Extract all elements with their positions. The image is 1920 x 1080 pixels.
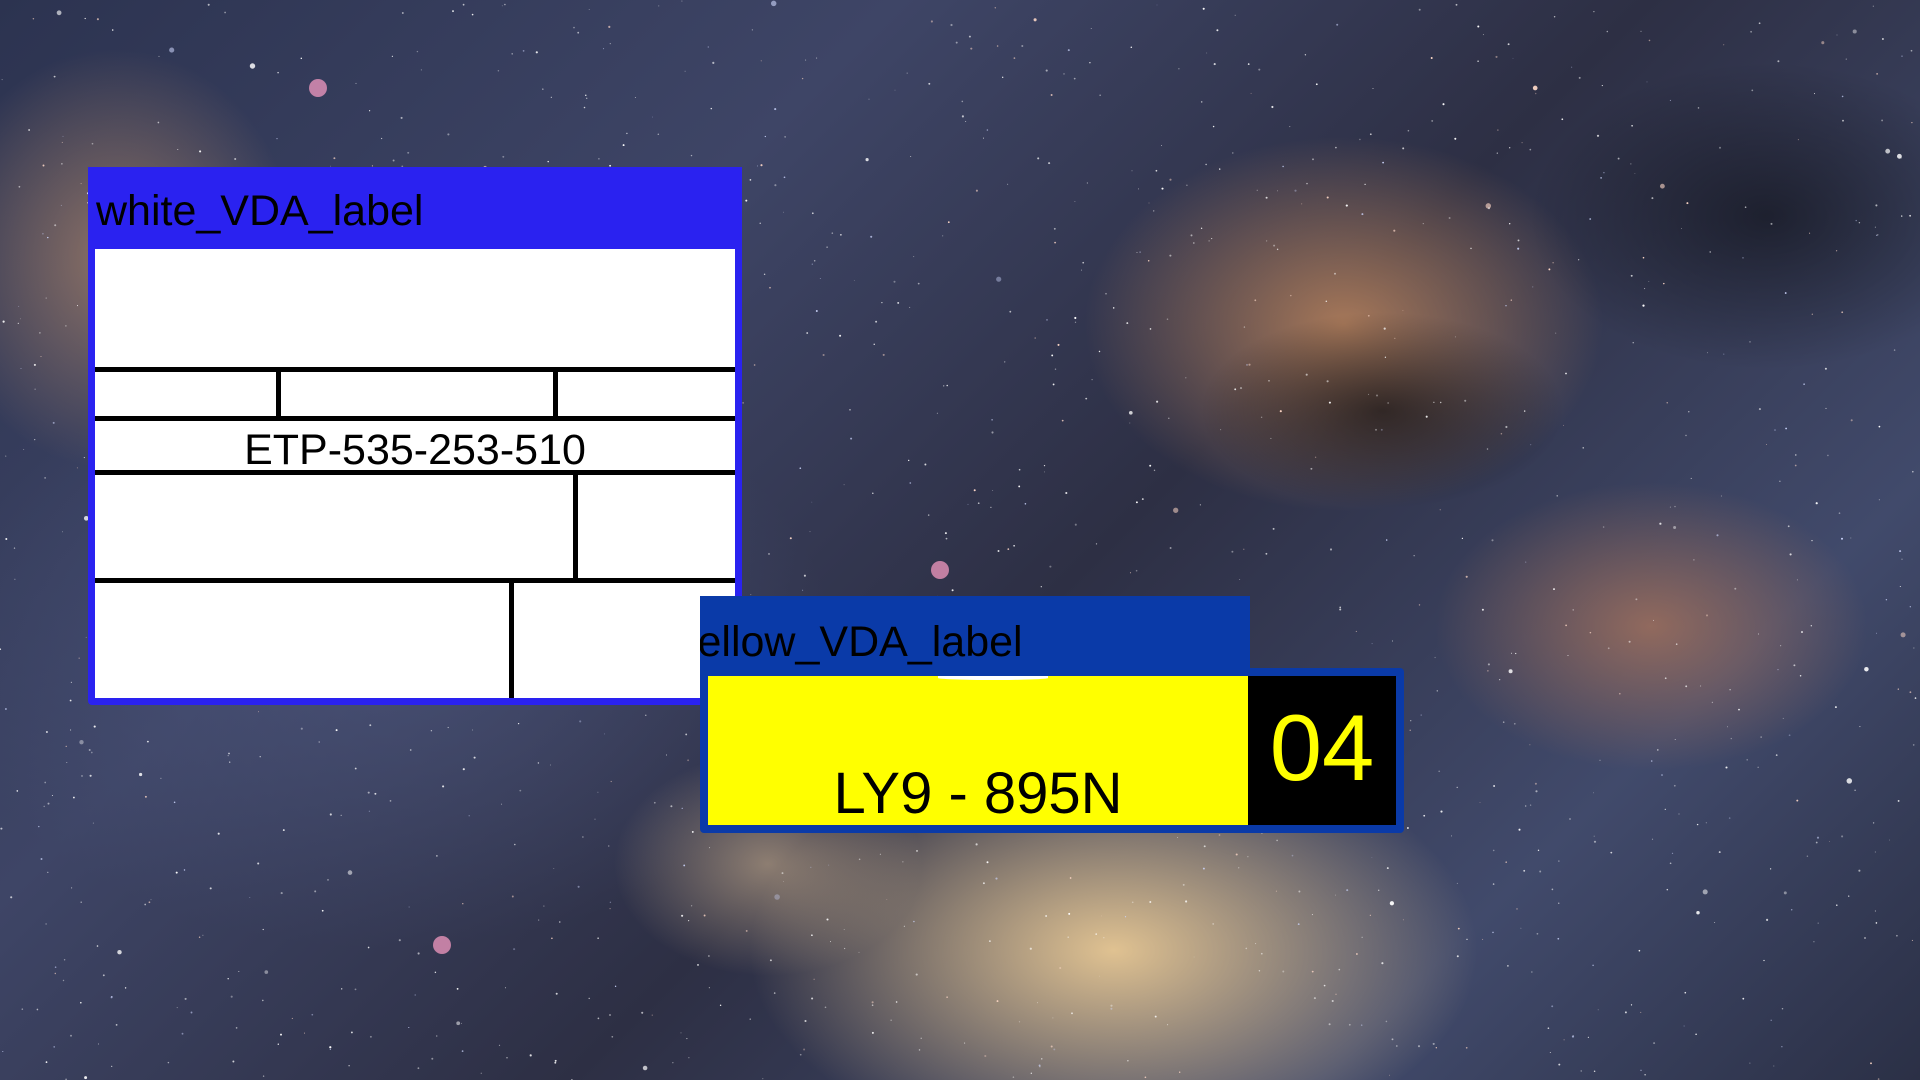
label-divider (95, 578, 735, 583)
label-divider (95, 416, 735, 421)
plate-number: LY9 - 895N (833, 761, 1123, 825)
label-id-number: ETP-535-253-510 (244, 426, 586, 474)
label-divider (276, 367, 281, 419)
window-title-bar[interactable]: white_VDA_label (88, 167, 742, 245)
yellow-vda-label-window[interactable]: yellow_VDA_label LY9 - 895N 04 (700, 596, 1404, 836)
white-label: ETP-535-253-510 (95, 249, 735, 698)
window-title: white_VDA_label (96, 187, 424, 235)
plate-notch (938, 676, 1048, 680)
label-divider (509, 578, 514, 698)
label-divider (573, 470, 578, 582)
plate-code: 04 (1248, 676, 1396, 825)
white-vda-label-window[interactable]: white_VDA_label ETP-535-253-510 (88, 167, 742, 705)
yellow-plate: LY9 - 895N (708, 676, 1248, 825)
window-title: yellow_VDA_label (700, 618, 1023, 666)
label-divider (553, 367, 558, 419)
desktop-wallpaper: white_VDA_label ETP-535-253-510 yellow_V… (0, 0, 1920, 1080)
white-label-frame: ETP-535-253-510 (88, 243, 742, 705)
label-divider (95, 367, 735, 372)
yellow-label-frame: LY9 - 895N 04 (700, 668, 1404, 833)
window-title-bar[interactable]: yellow_VDA_label (700, 596, 1250, 676)
